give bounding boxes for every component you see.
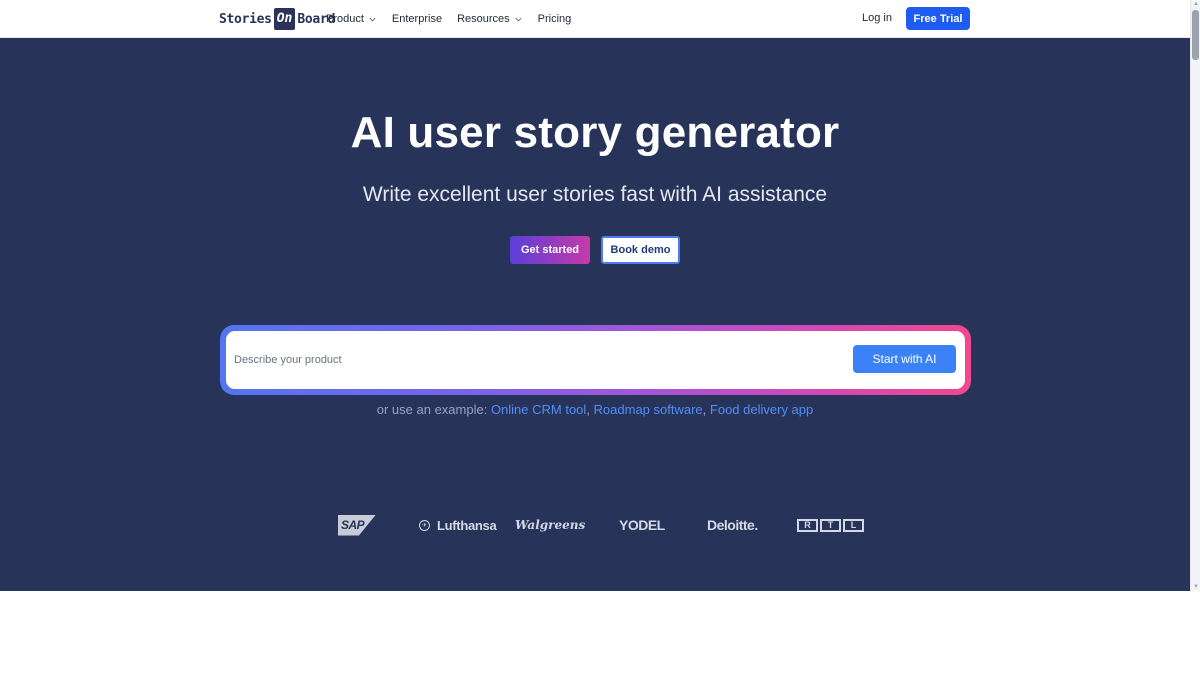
site-header: Stories On Board Product Enterprise Reso…: [0, 0, 1190, 38]
storiesonboard-logo[interactable]: Stories On Board: [219, 8, 335, 30]
logo-part-stories: Stories: [219, 11, 272, 27]
examples-separator: ,: [586, 402, 594, 417]
free-trial-button[interactable]: Free Trial: [906, 7, 970, 30]
scroll-up-icon[interactable]: ▲: [1193, 1, 1199, 7]
ai-prompt-inner: Start with AI: [226, 331, 965, 389]
nav-label-enterprise: Enterprise: [391, 13, 443, 25]
nav-item-resources[interactable]: Resources: [457, 13, 523, 25]
start-with-ai-button[interactable]: Start with AI: [853, 345, 956, 373]
page-scrollbar[interactable]: ▲ ▼: [1190, 0, 1200, 591]
nav-label-pricing: Pricing: [537, 13, 572, 25]
login-link[interactable]: Log in: [862, 12, 892, 24]
get-started-button[interactable]: Get started: [510, 236, 590, 264]
lufthansa-wordmark: Lufthansa: [437, 517, 497, 533]
logo-rtl: R T L: [797, 510, 864, 540]
rtl-wordmark: R T L: [797, 518, 864, 532]
deloitte-wordmark: Deloitte.: [707, 517, 758, 533]
examples-line: or use an example: Online CRM tool, Road…: [0, 402, 1190, 417]
nav-item-product[interactable]: Product: [326, 13, 377, 25]
logo-deloitte: Deloitte.: [707, 510, 758, 540]
walgreens-wordmark: Walgreens: [515, 518, 586, 532]
nav-label-product: Product: [326, 13, 364, 25]
examples-prefix: or use an example:: [376, 402, 491, 417]
example-link-crm[interactable]: Online CRM tool: [491, 402, 586, 417]
scroll-down-icon[interactable]: ▼: [1193, 584, 1199, 590]
nav-item-enterprise[interactable]: Enterprise: [392, 13, 442, 25]
yodel-wordmark: YODEL: [619, 517, 665, 533]
examples-separator: ,: [702, 402, 710, 417]
hero-subtitle: Write excellent user stories fast with A…: [362, 183, 828, 206]
logo-part-on: On: [273, 8, 296, 30]
chevron-down-icon: [369, 17, 376, 22]
nav-item-pricing[interactable]: Pricing: [538, 13, 572, 25]
hero-section: AI user story generator Write excellent …: [0, 38, 1190, 591]
product-description-input[interactable]: [234, 331, 834, 389]
rtl-letter: L: [843, 518, 864, 532]
book-demo-button[interactable]: Book demo: [601, 236, 680, 264]
rtl-letter: T: [820, 518, 841, 532]
logo-lufthansa: ✈ Lufthansa: [419, 510, 497, 540]
nav-label-resources: Resources: [457, 13, 510, 25]
logo-sap: SAP: [338, 510, 376, 540]
logo-walgreens: Walgreens: [515, 510, 585, 540]
customer-logos: SAP ✈ Lufthansa Walgreens YODEL Deloitte…: [0, 510, 1190, 540]
rtl-letter: R: [797, 518, 818, 532]
logo-yodel: YODEL: [619, 510, 665, 540]
example-link-roadmap[interactable]: Roadmap software: [594, 402, 703, 417]
crane-icon: ✈: [419, 519, 430, 531]
ai-prompt-box: Start with AI: [220, 325, 971, 395]
chevron-down-icon: [515, 17, 522, 22]
sap-logo-mark: SAP: [338, 514, 376, 536]
main-nav: Product Enterprise Resources Pricing: [326, 0, 571, 38]
hero-title: AI user story generator: [350, 108, 840, 157]
scrollbar-thumb[interactable]: [1192, 10, 1199, 60]
example-link-food-delivery[interactable]: Food delivery app: [710, 402, 813, 417]
